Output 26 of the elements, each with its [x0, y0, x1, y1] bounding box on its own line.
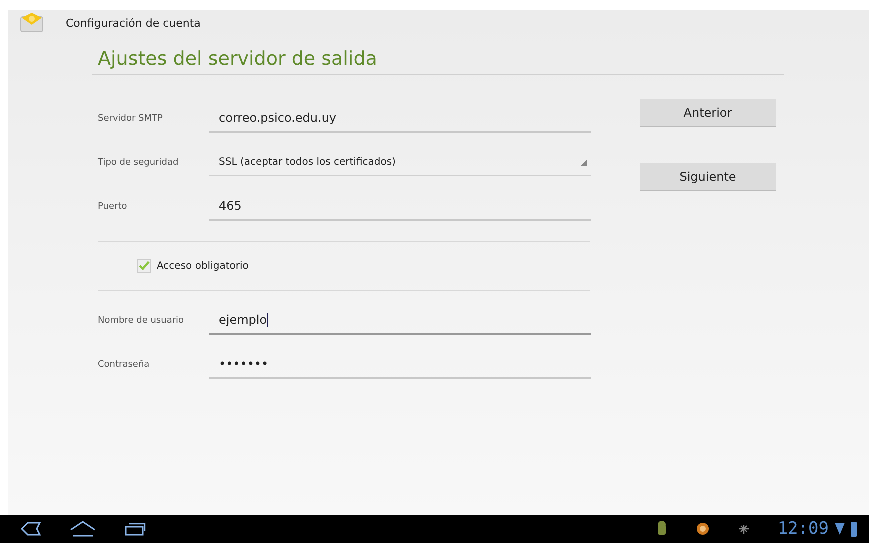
signal-icon — [835, 521, 845, 537]
home-icon[interactable] — [70, 521, 96, 537]
back-icon[interactable] — [20, 522, 42, 536]
dropdown-caret-icon — [581, 160, 587, 166]
field-label: Puerto — [97, 202, 128, 212]
nav-button[interactable]: Anterior — [640, 99, 776, 127]
field-label: Tipo de seguridad — [97, 158, 180, 168]
checkbox-label: Acceso obligatorio — [157, 260, 249, 272]
recent-apps-icon[interactable] — [124, 522, 146, 536]
field-label: Servidor SMTP — [97, 114, 164, 124]
field-label: Nombre de usuario — [97, 316, 186, 326]
check-icon — [138, 261, 150, 271]
app-title: Configuración de cuenta — [66, 16, 201, 30]
battery-icon — [851, 521, 857, 537]
field-label: Contraseña — [97, 360, 151, 370]
password-field[interactable]: ••••••• — [209, 351, 591, 379]
notification-icon — [696, 522, 710, 536]
nav-button[interactable]: Siguiente — [640, 163, 776, 191]
clock: 12:09 — [778, 519, 829, 539]
checkbox[interactable] — [137, 259, 151, 273]
text-field[interactable]: ejemplo — [209, 307, 591, 335]
security-dropdown[interactable]: SSL (aceptar todos los certificados) — [209, 150, 591, 176]
envelope-icon — [20, 13, 44, 33]
section-heading: Ajustes del servidor de salida — [97, 47, 378, 72]
text-field[interactable]: correo.psico.edu.uy — [209, 105, 591, 133]
text-field[interactable]: 465 — [209, 193, 591, 221]
